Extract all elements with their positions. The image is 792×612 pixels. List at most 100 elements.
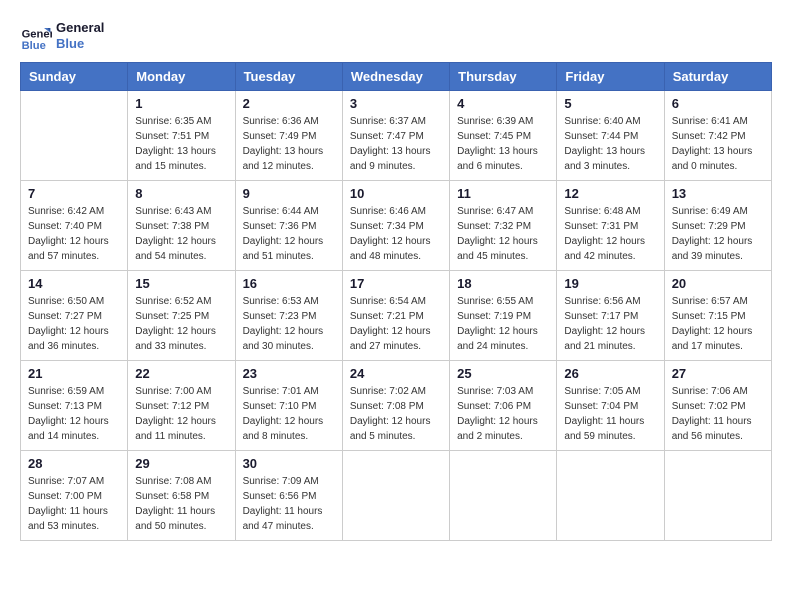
calendar-cell: 14Sunrise: 6:50 AMSunset: 7:27 PMDayligh… [21, 271, 128, 361]
calendar-cell: 21Sunrise: 6:59 AMSunset: 7:13 PMDayligh… [21, 361, 128, 451]
day-info: and 8 minutes. [243, 429, 335, 444]
day-info: and 42 minutes. [564, 249, 656, 264]
day-info: Daylight: 13 hours [135, 144, 227, 159]
week-row: 1Sunrise: 6:35 AMSunset: 7:51 PMDaylight… [21, 91, 772, 181]
day-info: and 14 minutes. [28, 429, 120, 444]
day-info: Sunset: 7:00 PM [28, 489, 120, 504]
day-info: Sunset: 7:12 PM [135, 399, 227, 414]
week-row: 21Sunrise: 6:59 AMSunset: 7:13 PMDayligh… [21, 361, 772, 451]
calendar-cell [342, 451, 449, 541]
day-info: Sunset: 7:21 PM [350, 309, 442, 324]
day-info: Sunset: 7:06 PM [457, 399, 549, 414]
week-row: 28Sunrise: 7:07 AMSunset: 7:00 PMDayligh… [21, 451, 772, 541]
day-number: 25 [457, 366, 549, 381]
day-info: Sunrise: 6:48 AM [564, 204, 656, 219]
day-number: 17 [350, 276, 442, 291]
day-number: 21 [28, 366, 120, 381]
day-number: 5 [564, 96, 656, 111]
day-info: and 21 minutes. [564, 339, 656, 354]
day-info: Sunset: 7:44 PM [564, 129, 656, 144]
day-info: Daylight: 13 hours [243, 144, 335, 159]
day-number: 24 [350, 366, 442, 381]
day-info: Daylight: 12 hours [135, 324, 227, 339]
day-info: and 24 minutes. [457, 339, 549, 354]
day-info: Daylight: 12 hours [350, 324, 442, 339]
day-of-week-header: Thursday [450, 63, 557, 91]
day-info: and 17 minutes. [672, 339, 764, 354]
calendar-cell: 15Sunrise: 6:52 AMSunset: 7:25 PMDayligh… [128, 271, 235, 361]
calendar-cell: 18Sunrise: 6:55 AMSunset: 7:19 PMDayligh… [450, 271, 557, 361]
day-info: Sunrise: 6:35 AM [135, 114, 227, 129]
calendar-cell: 7Sunrise: 6:42 AMSunset: 7:40 PMDaylight… [21, 181, 128, 271]
logo: General Blue GeneralBlue [20, 20, 104, 52]
day-info: Sunset: 7:02 PM [672, 399, 764, 414]
day-number: 15 [135, 276, 227, 291]
day-info: Sunset: 7:17 PM [564, 309, 656, 324]
calendar-cell: 20Sunrise: 6:57 AMSunset: 7:15 PMDayligh… [664, 271, 771, 361]
calendar-header-row: SundayMondayTuesdayWednesdayThursdayFrid… [21, 63, 772, 91]
day-info: Daylight: 11 hours [28, 504, 120, 519]
day-info: Daylight: 12 hours [28, 414, 120, 429]
day-number: 2 [243, 96, 335, 111]
day-info: Daylight: 13 hours [350, 144, 442, 159]
day-of-week-header: Wednesday [342, 63, 449, 91]
day-info: Daylight: 12 hours [564, 234, 656, 249]
day-info: Sunset: 7:45 PM [457, 129, 549, 144]
day-info: Sunrise: 6:46 AM [350, 204, 442, 219]
day-number: 23 [243, 366, 335, 381]
calendar-cell: 9Sunrise: 6:44 AMSunset: 7:36 PMDaylight… [235, 181, 342, 271]
calendar-cell [664, 451, 771, 541]
day-info: and 47 minutes. [243, 519, 335, 534]
day-info: Daylight: 12 hours [457, 414, 549, 429]
day-number: 22 [135, 366, 227, 381]
day-of-week-header: Monday [128, 63, 235, 91]
calendar-cell: 3Sunrise: 6:37 AMSunset: 7:47 PMDaylight… [342, 91, 449, 181]
day-info: and 15 minutes. [135, 159, 227, 174]
day-info: and 39 minutes. [672, 249, 764, 264]
day-info: Daylight: 12 hours [28, 324, 120, 339]
day-info: Sunrise: 7:00 AM [135, 384, 227, 399]
calendar-cell: 12Sunrise: 6:48 AMSunset: 7:31 PMDayligh… [557, 181, 664, 271]
calendar-cell [21, 91, 128, 181]
day-info: Sunset: 7:08 PM [350, 399, 442, 414]
day-info: Sunrise: 6:42 AM [28, 204, 120, 219]
day-number: 28 [28, 456, 120, 471]
day-info: Sunset: 7:04 PM [564, 399, 656, 414]
day-info: Sunrise: 6:40 AM [564, 114, 656, 129]
calendar-cell: 11Sunrise: 6:47 AMSunset: 7:32 PMDayligh… [450, 181, 557, 271]
day-info: Sunrise: 6:37 AM [350, 114, 442, 129]
day-number: 29 [135, 456, 227, 471]
day-info: and 11 minutes. [135, 429, 227, 444]
day-info: Sunrise: 7:03 AM [457, 384, 549, 399]
day-info: Daylight: 12 hours [350, 414, 442, 429]
day-number: 30 [243, 456, 335, 471]
day-info: Daylight: 11 hours [564, 414, 656, 429]
day-info: Sunset: 7:40 PM [28, 219, 120, 234]
day-info: and 56 minutes. [672, 429, 764, 444]
day-info: and 48 minutes. [350, 249, 442, 264]
day-info: Daylight: 12 hours [672, 324, 764, 339]
day-info: Sunset: 7:23 PM [243, 309, 335, 324]
day-info: Sunrise: 6:41 AM [672, 114, 764, 129]
day-info: Sunset: 6:56 PM [243, 489, 335, 504]
calendar-cell: 17Sunrise: 6:54 AMSunset: 7:21 PMDayligh… [342, 271, 449, 361]
day-info: Sunrise: 6:47 AM [457, 204, 549, 219]
day-number: 1 [135, 96, 227, 111]
day-info: and 2 minutes. [457, 429, 549, 444]
day-info: Sunrise: 6:49 AM [672, 204, 764, 219]
day-info: and 54 minutes. [135, 249, 227, 264]
day-info: and 5 minutes. [350, 429, 442, 444]
calendar-cell: 5Sunrise: 6:40 AMSunset: 7:44 PMDaylight… [557, 91, 664, 181]
day-info: Sunset: 7:10 PM [243, 399, 335, 414]
calendar-cell: 16Sunrise: 6:53 AMSunset: 7:23 PMDayligh… [235, 271, 342, 361]
day-info: and 9 minutes. [350, 159, 442, 174]
logo-text: GeneralBlue [56, 20, 104, 51]
day-info: Sunrise: 6:56 AM [564, 294, 656, 309]
day-info: Sunrise: 6:52 AM [135, 294, 227, 309]
day-info: Sunset: 7:47 PM [350, 129, 442, 144]
day-number: 9 [243, 186, 335, 201]
day-info: Daylight: 12 hours [672, 234, 764, 249]
calendar-cell: 26Sunrise: 7:05 AMSunset: 7:04 PMDayligh… [557, 361, 664, 451]
day-number: 27 [672, 366, 764, 381]
day-info: Sunset: 6:58 PM [135, 489, 227, 504]
